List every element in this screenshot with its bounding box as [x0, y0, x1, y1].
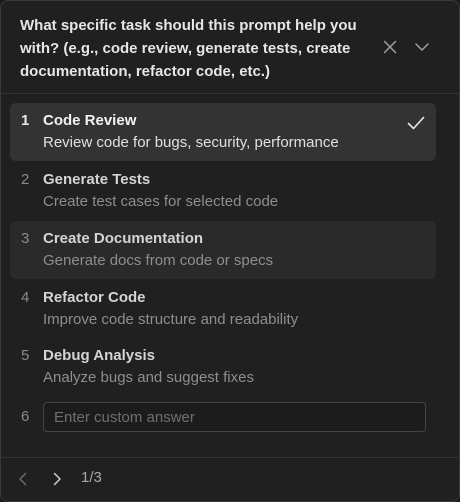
option-refactor-code[interactable]: 4 Refactor Code Improve code structure a… — [10, 280, 436, 338]
option-description: Improve code structure and readability — [43, 311, 299, 328]
option-number: 5 — [21, 347, 30, 364]
close-icon — [383, 40, 397, 54]
option-number: 1 — [21, 112, 30, 129]
option-number: 2 — [21, 171, 30, 188]
option-title: Code Review — [43, 112, 137, 129]
option-debug-analysis[interactable]: 5 Debug Analysis Analyze bugs and sugges… — [10, 338, 436, 396]
chevron-left-icon — [19, 472, 27, 486]
option-generate-tests[interactable]: 2 Generate Tests Create test cases for s… — [10, 162, 436, 220]
page-indicator: 1/3 — [81, 469, 102, 486]
question-panel: What specific task should this prompt he… — [0, 0, 460, 502]
option-description: Analyze bugs and suggest fixes — [43, 369, 254, 386]
question-header: What specific task should this prompt he… — [1, 1, 459, 93]
collapse-button[interactable] — [412, 37, 432, 57]
option-create-documentation[interactable]: 3 Create Documentation Generate docs fro… — [10, 221, 436, 279]
previous-page-button[interactable] — [11, 467, 35, 491]
option-description: Generate docs from code or specs — [43, 252, 274, 269]
custom-answer-input[interactable] — [43, 402, 426, 432]
option-number: 4 — [21, 289, 30, 306]
option-description: Review code for bugs, security, performa… — [43, 134, 339, 151]
pagination-footer: 1/3 — [1, 458, 459, 501]
option-code-review[interactable]: 1 Code Review Review code for bugs, secu… — [10, 103, 436, 161]
custom-option-number: 6 — [21, 408, 30, 425]
option-title: Create Documentation — [43, 230, 204, 247]
header-divider — [1, 93, 459, 94]
option-number: 3 — [21, 230, 30, 247]
check-icon — [407, 116, 425, 130]
chevron-down-icon — [415, 43, 429, 51]
close-button[interactable] — [380, 37, 400, 57]
chevron-right-icon — [53, 472, 61, 486]
option-title: Generate Tests — [43, 171, 151, 188]
option-title: Debug Analysis — [43, 347, 155, 364]
next-page-button[interactable] — [45, 467, 69, 491]
option-title: Refactor Code — [43, 289, 146, 306]
option-description: Create test cases for selected code — [43, 193, 279, 210]
question-text: What specific task should this prompt he… — [20, 17, 357, 80]
